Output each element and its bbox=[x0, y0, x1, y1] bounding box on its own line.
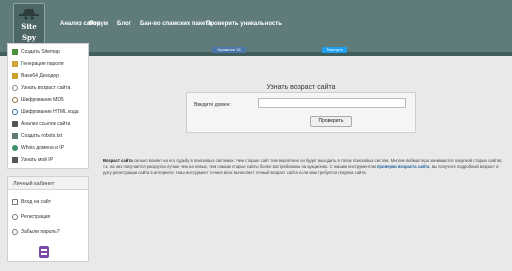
clock-icon bbox=[12, 85, 18, 91]
sidebar-item-label: Анализ ссылок сайта bbox=[21, 121, 71, 127]
nav-blog[interactable]: Блог bbox=[117, 21, 131, 27]
sidebar-item-whois[interactable]: Whois домена и IP bbox=[12, 143, 64, 153]
spy-hat-icon bbox=[19, 9, 39, 20]
robot-icon bbox=[12, 133, 18, 139]
check-button[interactable]: Проверить bbox=[310, 116, 352, 127]
cabinet-title: Личный кабинет bbox=[8, 177, 88, 190]
ip-icon bbox=[12, 157, 18, 163]
cabinet-login[interactable]: Вход на сайт bbox=[12, 197, 51, 207]
whois-icon bbox=[12, 145, 18, 151]
sidebar-item-label: Генерация пароля bbox=[21, 61, 64, 67]
question-icon bbox=[12, 229, 18, 235]
base64-icon bbox=[12, 73, 18, 79]
sidebar-item-sitemap[interactable]: Создать Sitemap bbox=[12, 47, 60, 57]
badge-icon bbox=[39, 246, 49, 258]
domain-label: Введите домен: bbox=[194, 102, 231, 108]
site-age-link[interactable]: проверки возраста сайта bbox=[377, 164, 429, 169]
nav-uniqueness[interactable]: Проверить уникальность bbox=[206, 21, 282, 27]
sidebar-item-my-ip[interactable]: Узнать мой IP bbox=[12, 155, 53, 165]
cabinet-item-label: Вход на сайт bbox=[21, 199, 51, 205]
lock-icon bbox=[12, 97, 18, 103]
sidebar-item-label: Base64 Декодер bbox=[21, 73, 59, 79]
link-icon bbox=[12, 121, 18, 127]
login-icon bbox=[12, 199, 18, 205]
cabinet-item-label: Регистрация bbox=[21, 214, 51, 220]
sidebar-item-base64[interactable]: Base64 Декодер bbox=[12, 71, 59, 81]
sidebar-item-html-encrypt[interactable]: Шифрование HTML кода bbox=[12, 107, 79, 117]
nav-forum[interactable]: Форум bbox=[88, 21, 108, 27]
sidebar-item-site-age[interactable]: Узнать возраст сайта bbox=[12, 83, 70, 93]
description-text: Возраст сайта сильно влияет на его судьб… bbox=[103, 158, 503, 177]
nav-spam[interactable]: Бан-во спамских пакета bbox=[140, 21, 211, 27]
site-age-form: Введите домен: Проверить bbox=[186, 92, 416, 133]
logo-text-site: Site bbox=[21, 22, 37, 31]
cabinet-register[interactable]: Регистрация bbox=[12, 212, 50, 222]
logo-text-spy: Spy bbox=[21, 33, 37, 42]
cabinet-forgot-password[interactable]: Забыли пароль? bbox=[12, 227, 60, 237]
page-title: Узнать возраст сайта bbox=[266, 84, 336, 91]
sidebar-item-label: Шифрование HTML кода bbox=[21, 109, 79, 115]
description-lead: Возраст сайта bbox=[103, 158, 133, 163]
domain-input[interactable] bbox=[258, 98, 406, 108]
key-icon bbox=[12, 61, 18, 67]
sidebar-item-label: Узнать мой IP bbox=[21, 157, 54, 163]
cabinet-item-label: Забыли пароль? bbox=[21, 229, 60, 235]
sidebar-item-label: Создать robots.txt bbox=[21, 133, 62, 139]
twitter-tweet-button[interactable]: Твитнуть bbox=[322, 47, 347, 53]
sidebar-item-label: Создать Sitemap bbox=[21, 49, 60, 55]
sidebar-item-label: Whois домена и IP bbox=[21, 145, 65, 151]
sidebar-item-label: Шифрование MD5 bbox=[21, 97, 64, 103]
sidebar-item-password[interactable]: Генерация пароля bbox=[12, 59, 64, 69]
sidebar-item-links[interactable]: Анализ ссылок сайта bbox=[12, 119, 70, 129]
user-cabinet-panel: Личный кабинет Вход на сайт Регистрация … bbox=[7, 176, 89, 262]
tools-sidebar: Создать Sitemap Генерация пароля Base64 … bbox=[7, 43, 89, 169]
sidebar-item-label: Узнать возраст сайта bbox=[21, 85, 71, 91]
sidebar-item-md5[interactable]: Шифрование MD5 bbox=[12, 95, 64, 105]
sitemap-icon bbox=[12, 49, 18, 55]
sidebar-item-robots[interactable]: Создать robots.txt bbox=[12, 131, 62, 141]
code-icon bbox=[12, 109, 18, 115]
vk-like-button[interactable]: Нравится 15 bbox=[212, 47, 246, 53]
register-icon bbox=[12, 214, 18, 220]
